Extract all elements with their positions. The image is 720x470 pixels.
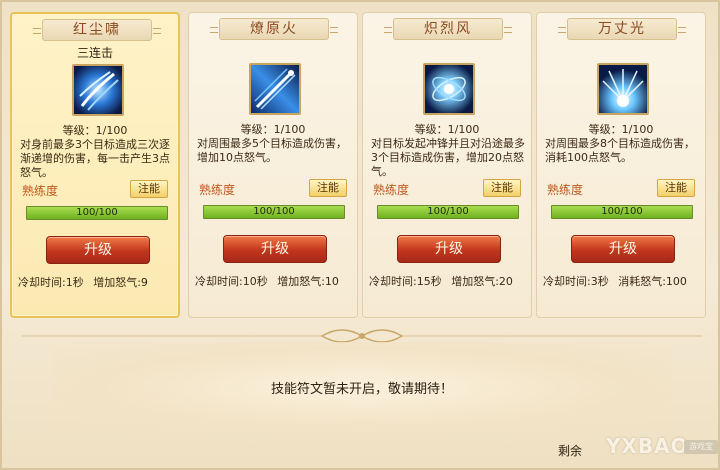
rage-text: 消耗怒气:100 <box>618 275 687 288</box>
proficiency-label: 熟练度 <box>373 183 410 197</box>
skill-card-wanzhangguang[interactable]: 万丈光 等级：1/100 对周围最多8个目标造成伤害，消耗100点怒气。 熟练度… <box>536 12 706 318</box>
proficiency-value: 100/100 <box>601 206 643 217</box>
skill-card-chilifeng[interactable]: 炽烈风 等级：1/100 对目标发起冲锋并且对沿途最多3个目标造成伤害，增加20… <box>362 12 532 318</box>
skill-subtitle: 三连击 <box>76 46 113 60</box>
skill-name: 万丈光 <box>558 18 686 40</box>
upgrade-button[interactable]: 升级 <box>223 235 327 263</box>
skill-stats: 冷却时间:1秒 增加怒气:9 <box>18 274 180 290</box>
rage-text: 增加怒气:10 <box>277 275 339 288</box>
cooldown-text: 冷却时间:1秒 <box>18 276 84 289</box>
cooldown-text: 冷却时间:3秒 <box>543 275 609 288</box>
watermark-text: YXBAO <box>606 434 689 458</box>
inject-button[interactable]: 注能 <box>309 179 347 197</box>
skill-card-hongchenxiao[interactable]: 红尘啸 三连击 等级：1/100 对身前最多3个目标造成三次逐渐递增的伤害，每一… <box>10 12 180 318</box>
inject-button[interactable]: 注能 <box>657 179 695 197</box>
skill-stats: 冷却时间:10秒 增加怒气:10 <box>195 273 357 289</box>
cooldown-text: 冷却时间:15秒 <box>369 275 442 288</box>
skill-name: 燎原火 <box>210 18 338 40</box>
skill-cards: 红尘啸 三连击 等级：1/100 对身前最多3个目标造成三次逐渐递增的伤害，每一… <box>10 12 714 318</box>
skill-description: 对身前最多3个目标造成三次逐渐递增的伤害，每一击产生3点怒气。 <box>20 138 170 179</box>
skill-level: 等级：1/100 <box>62 124 128 137</box>
cooldown-text: 冷却时间:10秒 <box>195 275 268 288</box>
skill-name: 炽烈风 <box>384 18 512 40</box>
inject-button[interactable]: 注能 <box>130 180 168 198</box>
light-burst-icon[interactable] <box>597 63 649 115</box>
skill-description: 对周围最多5个目标造成伤害，增加10点怒气。 <box>197 137 347 164</box>
skill-description: 对周围最多8个目标造成伤害，消耗100点怒气。 <box>545 137 695 164</box>
proficiency-label: 熟练度 <box>22 184 59 198</box>
skill-stats: 冷却时间:3秒 消耗怒气:100 <box>543 273 705 289</box>
upgrade-button[interactable]: 升级 <box>571 235 675 263</box>
sword-strike-icon[interactable] <box>249 63 301 115</box>
upgrade-button[interactable]: 升级 <box>397 235 501 263</box>
watermark-brand: 游戏宝 <box>684 440 718 454</box>
proficiency-value: 100/100 <box>253 206 295 217</box>
inject-button[interactable]: 注能 <box>483 179 521 197</box>
proficiency-label: 熟练度 <box>199 183 236 197</box>
site-watermark-logo: YXBAO 游戏宝 <box>606 434 720 464</box>
proficiency-label: 熟练度 <box>547 183 584 197</box>
remaining-label: 剩余 <box>558 444 583 458</box>
upgrade-button[interactable]: 升级 <box>46 236 150 264</box>
claw-slash-icon[interactable] <box>72 64 124 116</box>
proficiency-bar: 100/100 <box>551 205 693 219</box>
skill-level: 等级：1/100 <box>240 123 306 136</box>
proficiency-value: 100/100 <box>76 207 118 218</box>
rage-text: 增加怒气:20 <box>451 275 513 288</box>
proficiency-bar: 100/100 <box>26 206 168 220</box>
whirlwind-icon[interactable] <box>423 63 475 115</box>
proficiency-value: 100/100 <box>427 206 469 217</box>
skill-level: 等级：1/100 <box>414 123 480 136</box>
rune-notice: 技能符文暂未开启，敬请期待！ <box>270 382 453 397</box>
skill-stats: 冷却时间:15秒 增加怒气:20 <box>369 273 531 289</box>
skill-level: 等级：1/100 <box>588 123 654 136</box>
proficiency-bar: 100/100 <box>377 205 519 219</box>
skill-card-liaoyuanhuo[interactable]: 燎原火 等级：1/100 对周围最多5个目标造成伤害，增加10点怒气。 熟练度 … <box>188 12 358 318</box>
skill-description: 对目标发起冲锋并且对沿途最多3个目标造成伤害，增加20点怒气。 <box>371 137 525 178</box>
skill-name: 红尘啸 <box>33 19 161 41</box>
proficiency-bar: 100/100 <box>203 205 345 219</box>
rage-text: 增加怒气:9 <box>93 276 148 289</box>
skill-panel: 红尘啸 三连击 等级：1/100 对身前最多3个目标造成三次逐渐递增的伤害，每一… <box>0 0 720 470</box>
